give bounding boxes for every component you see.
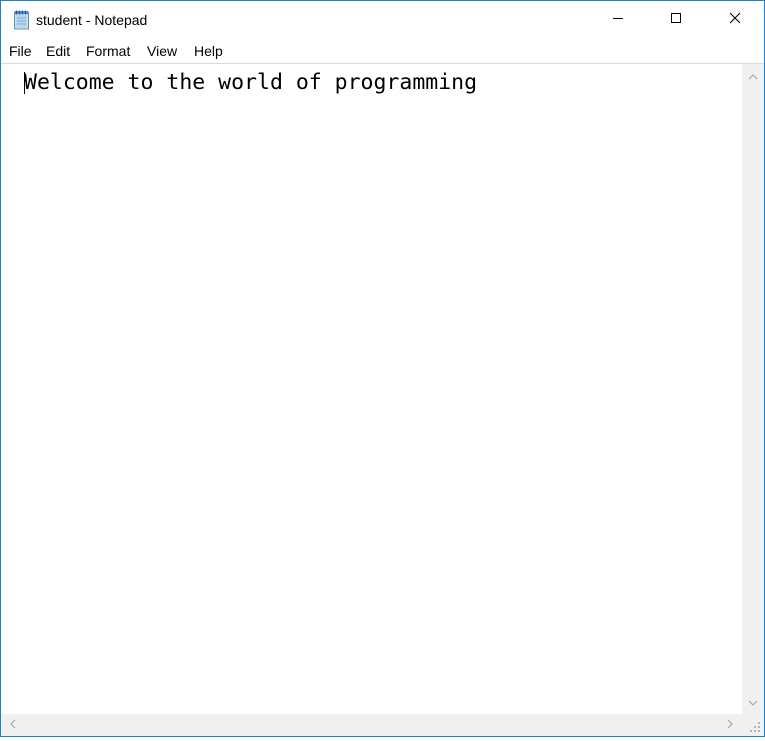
scroll-up-button[interactable] (742, 66, 764, 86)
notepad-icon[interactable] (13, 10, 31, 30)
text-editor-area[interactable]: Welcome to the world of programming (1, 63, 742, 714)
vertical-scrollbar[interactable] (742, 63, 764, 714)
title-bar[interactable]: student - Notepad (1, 1, 764, 39)
scroll-down-button[interactable] (742, 692, 764, 712)
maximize-icon (670, 11, 682, 29)
maximize-button[interactable] (647, 1, 705, 39)
resize-grip[interactable] (742, 714, 764, 736)
window-title: student - Notepad (36, 12, 148, 28)
minimize-icon (612, 11, 624, 29)
menu-file[interactable]: File (9, 43, 32, 59)
horizontal-scrollbar[interactable] (1, 714, 742, 736)
scroll-left-icon (10, 716, 16, 734)
scroll-left-button[interactable] (3, 714, 23, 736)
menu-bar: File Edit Format View Help (1, 39, 764, 63)
scroll-right-button[interactable] (720, 714, 740, 736)
scroll-down-icon (748, 693, 758, 711)
minimize-button[interactable] (589, 1, 647, 39)
close-button[interactable] (706, 1, 764, 39)
close-icon (729, 11, 741, 29)
text-caret (24, 72, 25, 94)
resize-grip-icon (742, 722, 764, 740)
menu-help[interactable]: Help (194, 43, 223, 59)
menu-edit[interactable]: Edit (46, 43, 70, 59)
scroll-up-icon (748, 67, 758, 85)
scroll-right-icon (727, 716, 733, 734)
menu-view[interactable]: View (147, 43, 177, 59)
notepad-window: student - Notepad File Edit Format View … (0, 0, 765, 737)
menu-format[interactable]: Format (86, 43, 130, 59)
editor-text[interactable]: Welcome to the world of programming (24, 69, 477, 97)
